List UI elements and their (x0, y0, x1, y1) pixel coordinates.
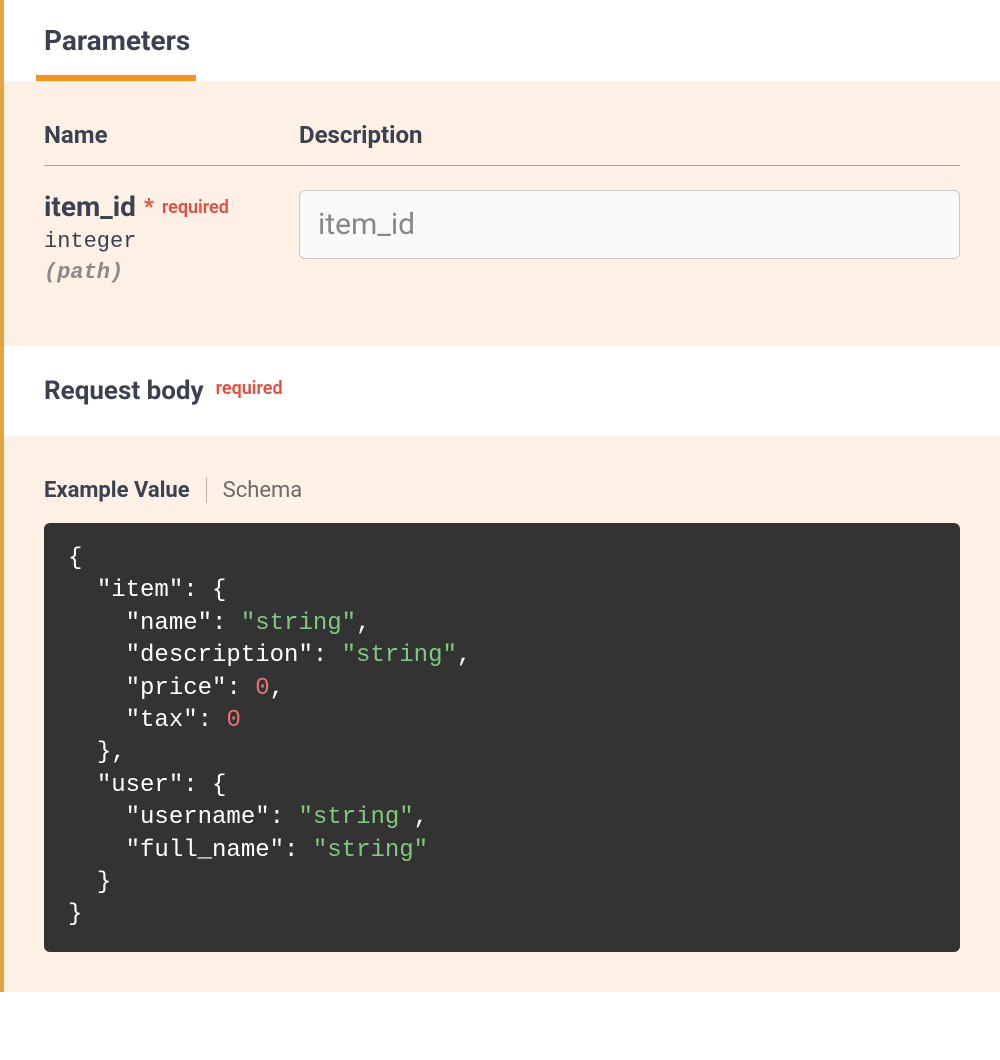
param-type: integer (44, 229, 299, 254)
json-key: "name" (126, 610, 212, 637)
json-string: "string" (313, 837, 428, 864)
json-key: "price" (126, 675, 227, 702)
api-operation-panel: Parameters Name Description item_id * re… (0, 0, 1000, 992)
column-header-name: Name (44, 121, 299, 149)
request-body-required-label: required (216, 378, 283, 399)
model-tabs: Example Value Schema (44, 477, 960, 503)
parameters-tab-header: Parameters (4, 0, 1000, 81)
param-input-cell (299, 190, 960, 259)
json-key: "tax" (126, 707, 198, 734)
json-key: "item" (97, 577, 183, 604)
param-name-line: item_id * required (44, 190, 299, 223)
parameters-tab[interactable]: Parameters (44, 24, 190, 75)
json-key: "description" (126, 642, 313, 669)
json-string: "string" (342, 642, 457, 669)
param-table-header: Name Description (44, 121, 960, 166)
param-location: (path) (44, 260, 299, 285)
request-body-section: Example Value Schema { "item": { "name":… (4, 437, 1000, 992)
item-id-input[interactable] (299, 190, 960, 259)
json-string: "string" (298, 804, 413, 831)
tab-schema[interactable]: Schema (207, 478, 303, 503)
json-string: "string" (241, 610, 356, 637)
param-row: item_id * required integer (path) (44, 190, 960, 285)
json-number: 0 (226, 707, 240, 734)
required-label: required (162, 197, 229, 218)
required-star-icon: * (144, 195, 154, 220)
column-header-description: Description (299, 121, 960, 149)
param-name-block: item_id * required integer (path) (44, 190, 299, 285)
json-key: "user" (97, 772, 183, 799)
json-key: "full_name" (126, 837, 284, 864)
json-number: 0 (255, 675, 269, 702)
json-key: "username" (126, 804, 270, 831)
request-body-title: Request body (44, 376, 204, 406)
example-value-code[interactable]: { "item": { "name": "string", "descripti… (44, 523, 960, 952)
tab-example-value[interactable]: Example Value (44, 478, 206, 503)
request-body-header: Request body required (4, 345, 1000, 437)
param-name: item_id (44, 190, 136, 223)
parameters-section: Name Description item_id * required inte… (4, 81, 1000, 345)
